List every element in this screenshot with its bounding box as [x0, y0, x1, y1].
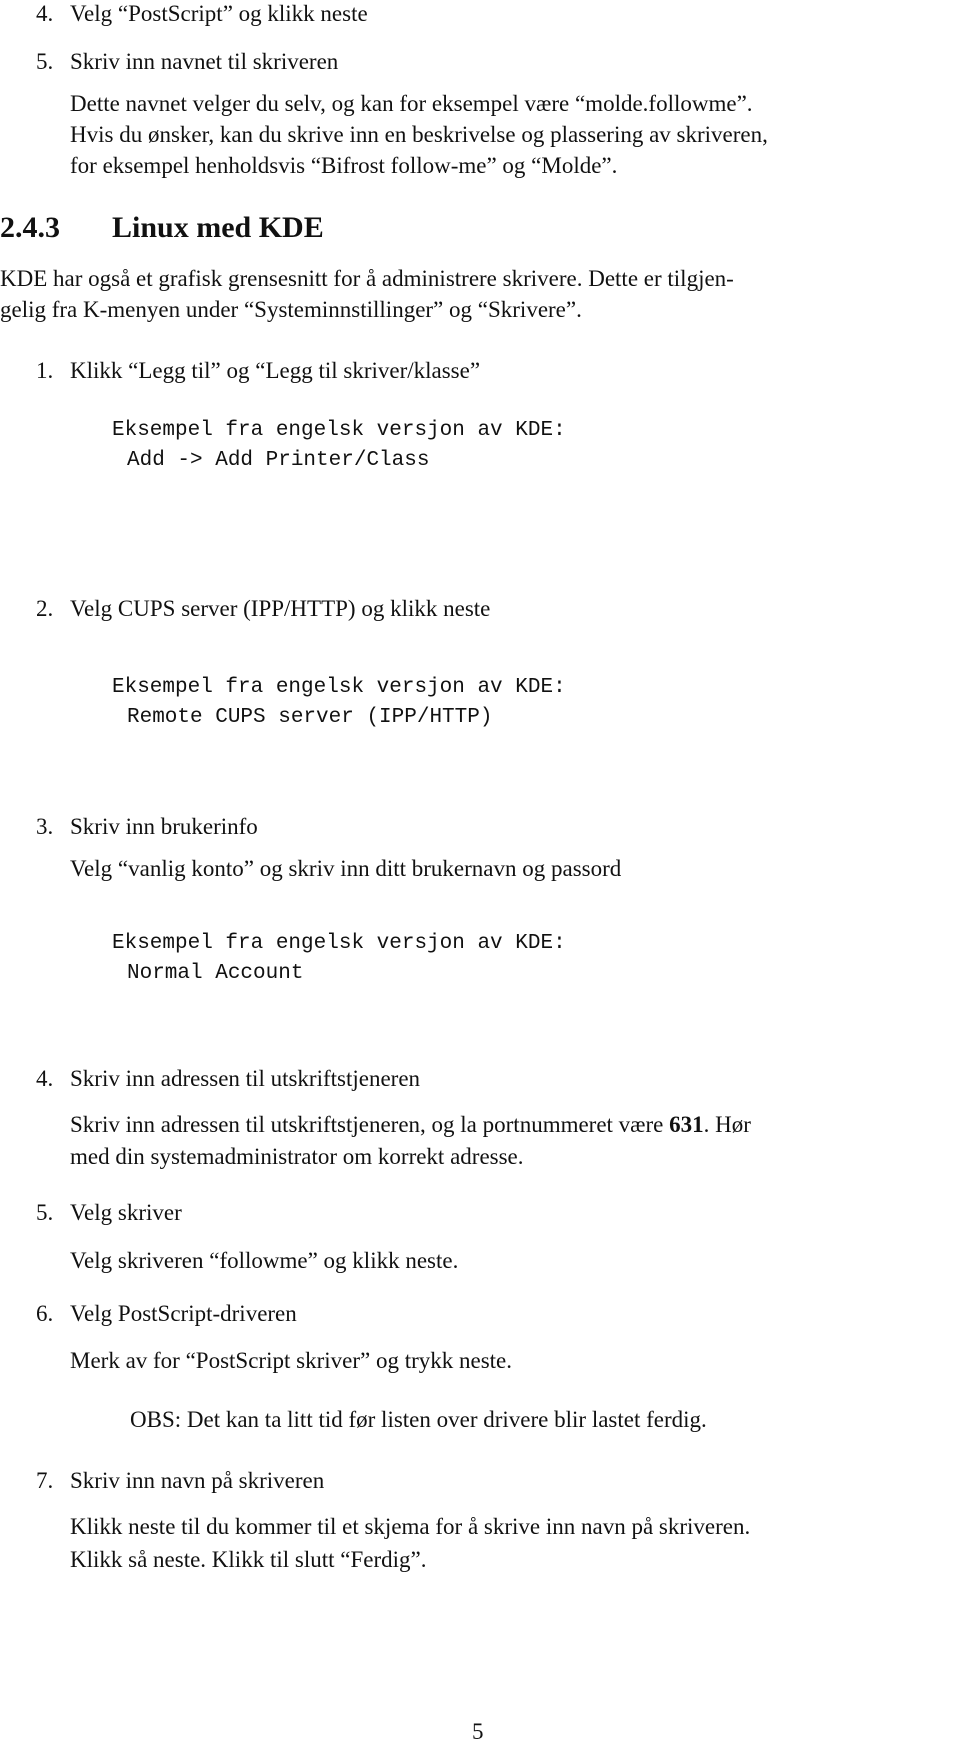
example-value: Remote CUPS server (IPP/HTTP): [127, 706, 493, 729]
note: OBS: Det kan ta litt tid før listen over…: [130, 1407, 707, 1432]
step-number: 2.: [36, 596, 54, 621]
step-number: 6.: [36, 1301, 54, 1326]
paragraph-text: . Hør: [703, 1112, 751, 1137]
paragraph-line: gelig fra K-menyen under “Systeminnstill…: [0, 297, 582, 322]
page-number: 5: [472, 1719, 484, 1744]
example-value: Add -> Add Printer/Class: [127, 449, 430, 472]
paragraph-line: Velg skriveren “followme” og klikk neste…: [70, 1248, 459, 1273]
paragraph-line: Klikk så neste. Klikk til slutt “Ferdig”…: [70, 1547, 427, 1572]
example-label: Eksempel fra engelsk versjon av KDE:: [112, 676, 566, 699]
paragraph-line: Skriv inn adressen til utskriftstjeneren…: [70, 1113, 751, 1136]
paragraph-text: Skriv inn adressen til utskriftstjeneren…: [70, 1112, 670, 1137]
paragraph-line: Klikk neste til du kommer til et skjema …: [70, 1514, 751, 1539]
step-title: Velg CUPS server (IPP/HTTP) og klikk nes…: [70, 596, 491, 621]
port-number: 631: [669, 1112, 704, 1137]
step-title: Skriv inn brukerinfo: [70, 814, 258, 839]
step-number: 4.: [36, 1066, 54, 1091]
paragraph-line: for eksempel henholdsvis “Bifrost follow…: [70, 153, 618, 178]
list-number: 4.: [36, 1, 54, 26]
paragraph-line: med din systemadministrator om korrekt a…: [70, 1144, 524, 1169]
section-title: Linux med KDE: [112, 211, 324, 244]
step-title: Skriv inn navn på skriveren: [70, 1468, 325, 1493]
step-title: Skriv inn adressen til utskriftstjeneren: [70, 1066, 421, 1091]
step-title: Klikk “Legg til” og “Legg til skriver/kl…: [70, 358, 481, 383]
paragraph-line: KDE har også et grafisk grensesnitt for …: [0, 266, 734, 291]
section-number: 2.4.3: [0, 211, 60, 244]
step-title: Velg skriver: [70, 1200, 182, 1225]
paragraph-line: Velg “vanlig konto” og skriv inn ditt br…: [70, 856, 622, 881]
paragraph-line: Hvis du ønsker, kan du skrive inn en bes…: [70, 122, 768, 147]
list-item-title: Velg “PostScript” og klikk neste: [70, 1, 368, 26]
step-number: 3.: [36, 814, 54, 839]
paragraph-line: Dette navnet velger du selv, og kan for …: [70, 91, 753, 116]
example-value: Normal Account: [127, 962, 304, 985]
step-number: 7.: [36, 1468, 54, 1493]
example-label: Eksempel fra engelsk versjon av KDE:: [112, 932, 566, 955]
step-number: 5.: [36, 1200, 54, 1225]
list-number: 5.: [36, 49, 54, 74]
paragraph-line: Merk av for “PostScript skriver” og tryk…: [70, 1348, 513, 1373]
example-label: Eksempel fra engelsk versjon av KDE:: [112, 419, 566, 442]
step-number: 1.: [36, 358, 54, 383]
list-item-title: Skriv inn navnet til skriveren: [70, 49, 339, 74]
step-title: Velg PostScript-driveren: [70, 1301, 297, 1326]
